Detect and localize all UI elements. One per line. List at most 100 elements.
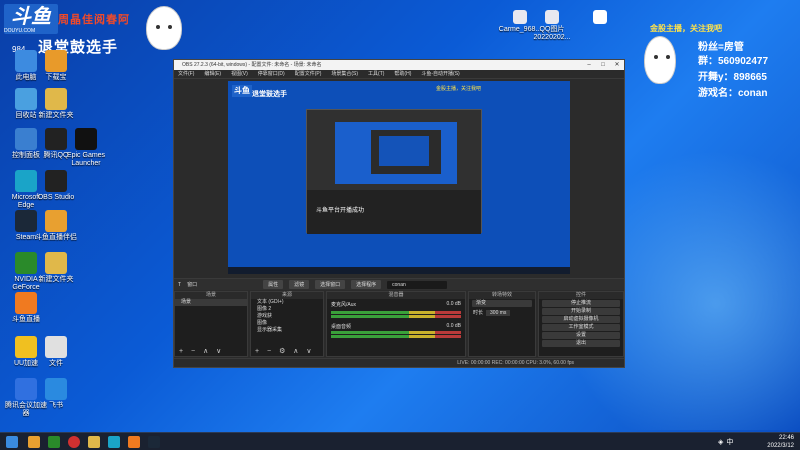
select-window-button[interactable]: 选择窗口: [315, 280, 346, 289]
overlay-open-line: 开舞y：898665: [698, 72, 767, 83]
preview-follow-text: 金股主播，关注我吧: [436, 86, 482, 92]
select-program-button[interactable]: 选择程序: [351, 280, 382, 289]
sources-footer-buttons[interactable]: + − ⚙ ∧ ∨: [251, 347, 323, 356]
app-icon: [75, 128, 97, 150]
douyu-logo-sub: DOUYU.COM: [4, 28, 36, 34]
taskbar-app-icon[interactable]: [108, 436, 120, 448]
control-button[interactable]: 开始录制: [542, 308, 620, 315]
taskbar-app-icon[interactable]: [48, 436, 60, 448]
desktop-icon[interactable]: 下载宝: [34, 50, 78, 82]
menu-item[interactable]: 斗鱼-自动开播(S): [421, 70, 459, 78]
obs-window[interactable]: OBS 27.2.3 (64-bit, windows) - 配置文件: 未命名…: [173, 59, 625, 368]
desktop-volume-meter-2: [331, 335, 461, 338]
windows-start-icon[interactable]: [6, 436, 18, 448]
preview-douyu-logo: 斗鱼: [232, 85, 252, 97]
filters-button[interactable]: 滤镜: [289, 280, 310, 289]
app-icon: [45, 378, 67, 400]
menu-item[interactable]: 编辑(E): [204, 70, 221, 78]
taskbar-app-icon[interactable]: [128, 436, 140, 448]
menu-item[interactable]: 工具(T): [368, 70, 384, 78]
transitions-panel: 转场特效 渐变 时长 300 ms: [468, 291, 536, 357]
source-value-input[interactable]: conan: [387, 280, 448, 289]
obs-preview[interactable]: 斗鱼 退堂鼓选手 金股主播，关注我吧 斗鱼平台开播成功: [228, 81, 570, 274]
image-file-icon: [513, 10, 527, 24]
obs-source-toolbar: T 窗口 属性 滤镜 选择窗口 选择程序 conan: [174, 278, 624, 290]
menu-item[interactable]: 视图(V): [231, 70, 248, 78]
taskbar-clock[interactable]: 22:46 2022/3/12: [767, 434, 794, 450]
source-name-label: 窗口: [187, 282, 198, 288]
desktop-icon-file-3[interactable]: [578, 10, 622, 26]
menu-item[interactable]: 场景集合(S): [331, 70, 358, 78]
transitions-header: 转场特效: [469, 292, 535, 299]
app-icon: [45, 88, 67, 110]
control-button[interactable]: 停止推流: [542, 300, 620, 307]
source-item[interactable]: 图像 2: [251, 306, 323, 313]
obs-titlebar[interactable]: OBS 27.2.3 (64-bit, windows) - 配置文件: 未命名…: [174, 60, 624, 70]
maximize-icon[interactable]: □: [596, 60, 610, 70]
source-item[interactable]: 游戏获: [251, 313, 323, 320]
overlay-game-line: 游戏名：conan: [698, 88, 768, 99]
desktop-icon-label: 下载宝: [45, 74, 67, 81]
mixer-channel-desktop: 桌面音频 0.0 dB: [331, 323, 461, 330]
preview-taskbar: [228, 267, 570, 274]
overlay-slogan: 周晶佳阅春阿: [58, 14, 130, 26]
windows-taskbar: ◈中 22:46 2022/3/12: [0, 432, 800, 450]
scenes-footer-buttons[interactable]: + − ∧ ∨: [175, 347, 247, 356]
preview-streamer-name: 退堂鼓选手: [252, 91, 287, 98]
scenes-panel: 场景 场景 + − ∧ ∨: [174, 291, 248, 357]
scenes-header: 场景: [175, 292, 247, 299]
control-button[interactable]: 退出: [542, 340, 620, 347]
app-icon: [45, 170, 67, 192]
scene-item[interactable]: 场景: [175, 299, 247, 306]
image-file-icon: [545, 10, 559, 24]
taskbar-app-icon[interactable]: [88, 436, 100, 448]
desktop-icon[interactable]: 斗鱼直播: [4, 292, 48, 324]
control-button[interactable]: 启动虚拟摄像机: [542, 316, 620, 323]
transition-duration-row: 时长 300 ms: [469, 308, 535, 317]
properties-button[interactable]: 属性: [263, 280, 284, 289]
control-button[interactable]: 设置: [542, 332, 620, 339]
taskbar-app-icon[interactable]: [68, 436, 80, 448]
desktop-icon-label: 新建文件夹: [38, 112, 74, 119]
desktop-icon-file-2[interactable]: QQ图片20220202...: [530, 10, 574, 42]
controls-list: 停止推流 开始录制 启动虚拟摄像机 工作室模式 设置 退出: [539, 300, 623, 347]
mixer-channel-mic: 麦克风/Aux 0.0 dB: [331, 301, 461, 308]
close-icon[interactable]: ✕: [610, 60, 624, 70]
menu-item[interactable]: 停靠窗口(D): [258, 70, 285, 78]
mic-volume-meter[interactable]: [331, 311, 461, 314]
desktop-icon[interactable]: 斗鱼直播伴侣: [34, 210, 78, 242]
text-source-icon: T: [178, 281, 182, 288]
taskbar-app-icon[interactable]: [28, 436, 40, 448]
menu-item[interactable]: 帮助(H): [394, 70, 411, 78]
desktop-icon[interactable]: 新建文件夹: [34, 252, 78, 284]
transition-select[interactable]: 渐变: [472, 300, 532, 307]
control-button[interactable]: 工作室模式: [542, 324, 620, 331]
app-icon: [45, 50, 67, 72]
desktop-volume-meter[interactable]: [331, 331, 461, 334]
system-tray[interactable]: ◈中: [718, 437, 736, 447]
desktop-icon[interactable]: 新建文件夹: [34, 88, 78, 120]
steam-icon[interactable]: [148, 436, 160, 448]
minimize-icon[interactable]: –: [582, 60, 596, 70]
desktop-icon[interactable]: 飞书: [34, 378, 78, 410]
app-icon: [45, 252, 67, 274]
desktop-icon-label: OBS Studio: [37, 194, 75, 201]
desktop-icon[interactable]: 文件: [34, 336, 78, 368]
source-item[interactable]: 图像: [251, 320, 323, 327]
menu-item[interactable]: 配置文件(P): [295, 70, 322, 78]
mic-volume-meter-2: [331, 315, 461, 318]
desktop-icon-label: 文件: [49, 360, 63, 367]
preview-nested-obs-2: [371, 130, 441, 174]
source-item[interactable]: 文本 (GDI+): [251, 299, 323, 306]
desktop-icon-label: Epic Games Launcher: [66, 152, 106, 167]
source-item[interactable]: 显示器采集: [251, 327, 323, 334]
cat-mascot-icon: [644, 36, 676, 84]
desktop-icon-label: 斗鱼直播伴侣: [35, 234, 77, 241]
duration-input[interactable]: 300 ms: [486, 309, 511, 316]
ime-indicator[interactable]: 中: [726, 439, 736, 446]
menu-item[interactable]: 文件(F): [178, 70, 194, 78]
preview-nested-desktop-2: [379, 136, 429, 166]
desktop-icon[interactable]: Epic Games Launcher: [64, 128, 108, 168]
desktop-icon-label: 新建文件夹: [38, 276, 74, 283]
desktop-icon[interactable]: OBS Studio: [34, 170, 78, 202]
